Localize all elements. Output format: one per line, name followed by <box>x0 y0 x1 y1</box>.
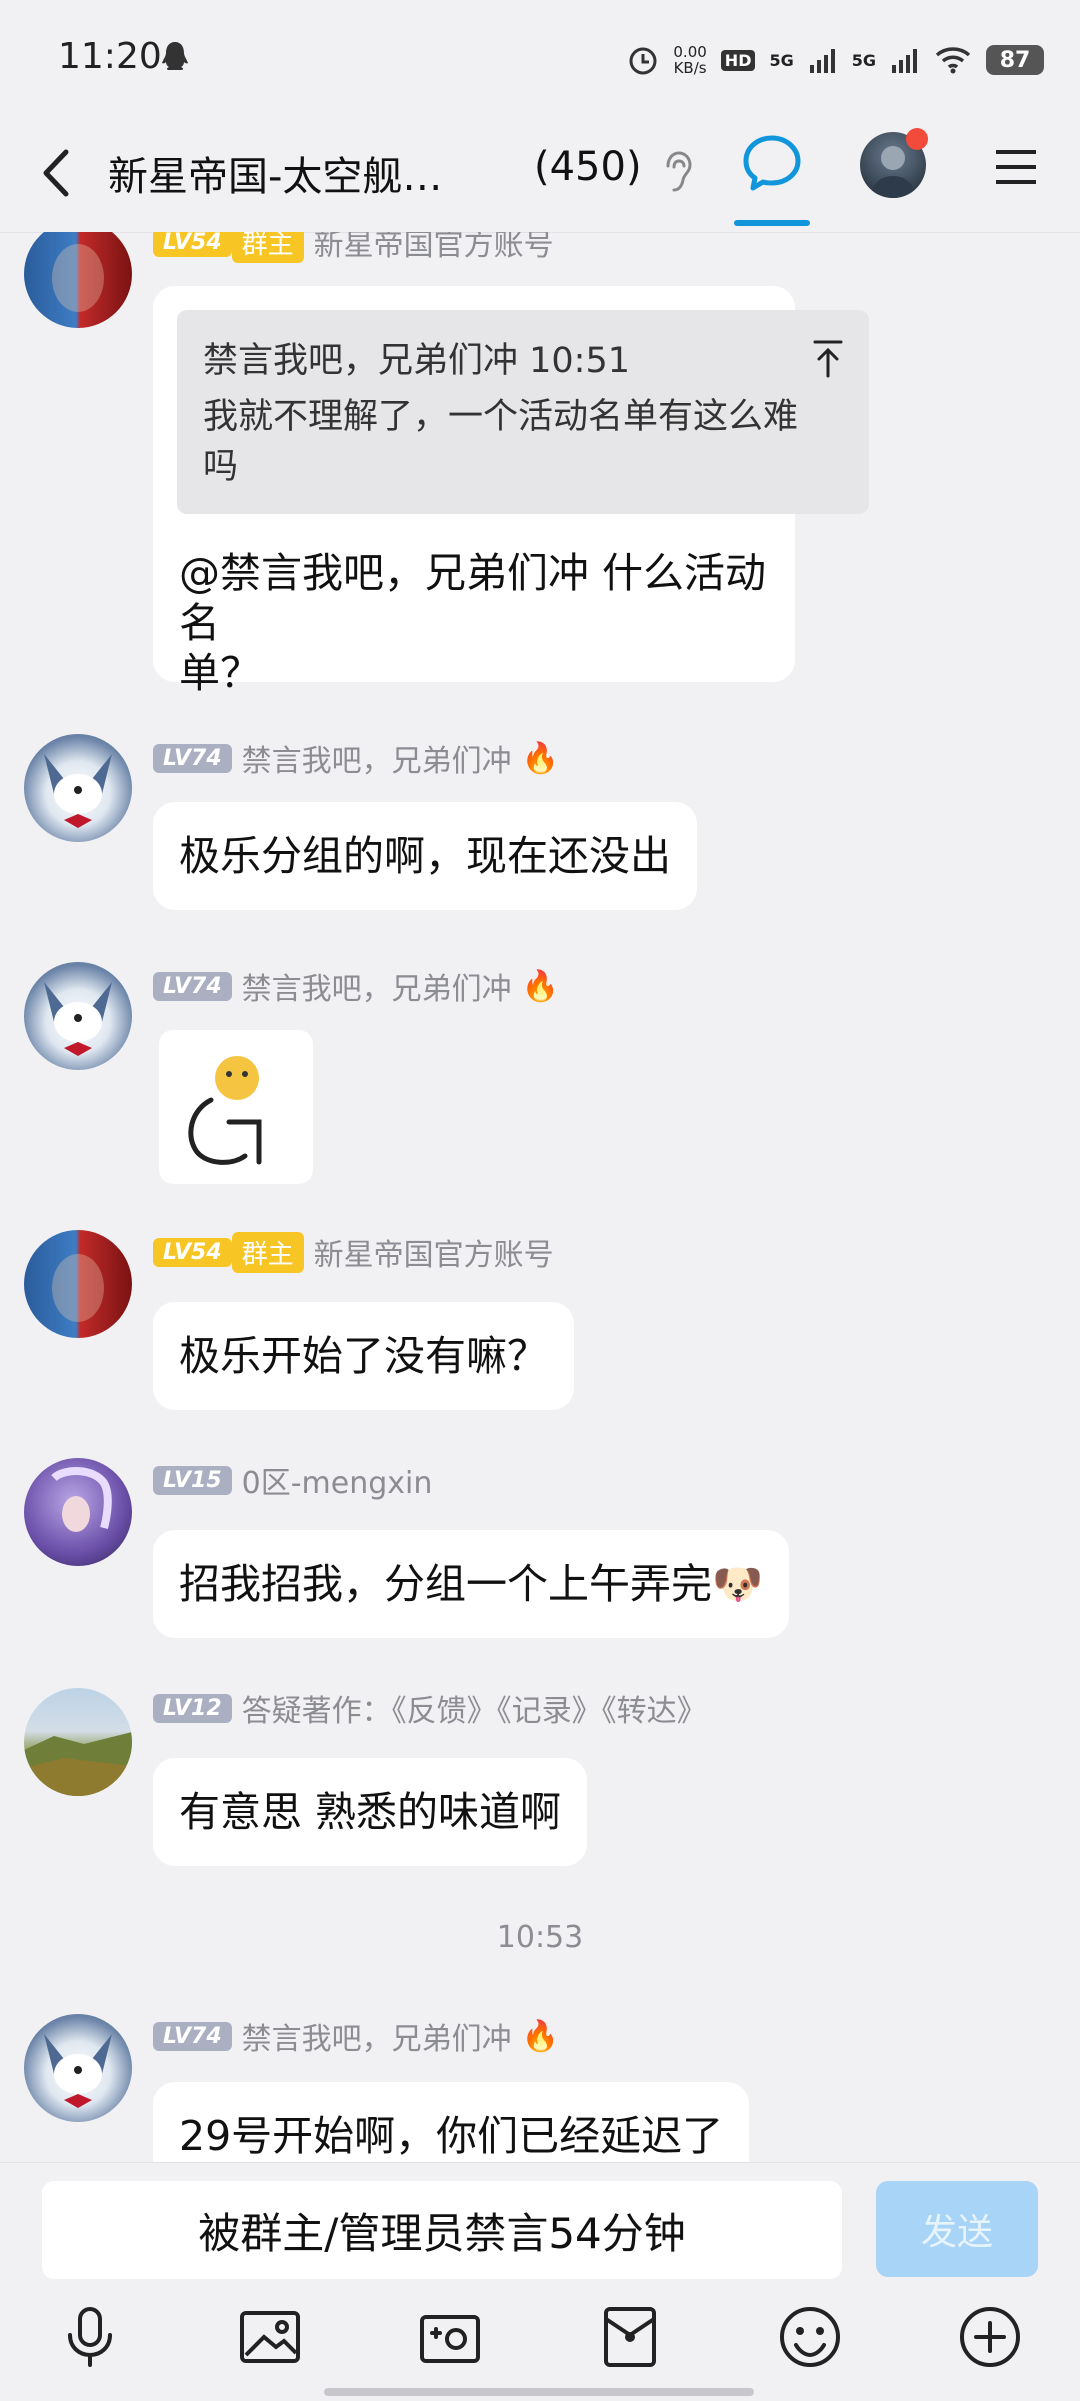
home-indicator[interactable] <box>324 2388 754 2396</box>
fire-icon: 🔥 <box>521 2018 559 2054</box>
sender-name[interactable]: 新星帝国官方账号 <box>314 1230 554 1274</box>
avatar[interactable] <box>24 734 132 842</box>
menu-icon[interactable] <box>992 142 1040 192</box>
sender-name[interactable]: 禁言我吧，兄弟们冲 <box>242 2014 512 2058</box>
avatar[interactable] <box>24 232 132 328</box>
level-badge: LV74 <box>153 2021 232 2051</box>
quoted-message[interactable]: 禁言我吧，兄弟们冲 10:51 我就不理解了，一个活动名单有这么难吗 <box>177 310 869 514</box>
status-bar: 11:20 0.00 KB/s HD 5G 5G 87 <box>0 0 1080 116</box>
notification-dot <box>906 128 928 150</box>
input-bar: 被群主/管理员禁言54分钟 发送 <box>0 2162 1080 2401</box>
wifi-icon <box>935 47 971 74</box>
message-bubble[interactable]: 禁言我吧，兄弟们冲 10:51 我就不理解了，一个活动名单有这么难吗 @禁言我吧… <box>153 286 869 697</box>
emoji-icon[interactable] <box>776 2303 844 2371</box>
owner-tag: 群主 <box>231 1231 304 1273</box>
sender-meta: LV15 0区-mengxin <box>153 1458 432 1502</box>
battery-icon: 87 <box>986 45 1044 75</box>
quote-body: 我就不理解了，一个活动名单有这么难吗 <box>203 397 799 487</box>
red-packet-icon[interactable] <box>596 2303 664 2371</box>
jump-to-original-icon[interactable] <box>811 338 845 378</box>
message-list[interactable]: LV54 群主 新星帝国官方账号 禁言我吧，兄弟们冲 10:51 我就不理解了，… <box>0 232 1080 2162</box>
level-badge: LV74 <box>153 971 232 1001</box>
chat-tab-indicator <box>734 220 810 226</box>
message-bubble[interactable]: 有意思 熟悉的味道啊 <box>153 1758 588 1866</box>
time-separator: 10:53 <box>496 1920 584 1955</box>
alarm-icon <box>629 47 657 75</box>
message-text: @禁言我吧，兄弟们冲 什么活动名 单？ <box>179 549 767 697</box>
microphone-icon[interactable] <box>56 2303 124 2371</box>
member-count[interactable]: (450) <box>534 144 642 190</box>
message-text: 有意思 熟悉的味道啊 <box>179 1788 562 1836</box>
avatar[interactable] <box>24 2014 132 2122</box>
sender-meta: LV74 禁言我吧，兄弟们冲 🔥 <box>153 2014 559 2058</box>
level-badge: LV15 <box>153 1465 232 1495</box>
signal-5g-2-icon: 5G <box>851 50 876 70</box>
avatar[interactable] <box>24 1230 132 1338</box>
message-text: 极乐开始了没有嘛？ <box>179 1332 548 1380</box>
qq-notification-icon <box>162 42 188 70</box>
sender-name[interactable]: 0区-mengxin <box>242 1458 433 1502</box>
chat-bubble-icon[interactable] <box>740 132 804 196</box>
level-badge: LV54 <box>153 1237 232 1267</box>
muted-input-field: 被群主/管理员禁言54分钟 <box>42 2181 842 2279</box>
quote-header: 禁言我吧，兄弟们冲 10:51 <box>203 341 630 381</box>
signal-bars-2-icon <box>892 49 917 73</box>
send-button[interactable]: 发送 <box>876 2181 1038 2277</box>
avatar[interactable] <box>24 1458 132 1566</box>
message-bubble[interactable]: 招我招我，分组一个上午弄完🐶 <box>153 1530 790 1638</box>
level-badge: LV12 <box>153 1693 232 1723</box>
ear-icon[interactable] <box>660 148 696 198</box>
message-bubble[interactable]: 极乐分组的啊，现在还没出 <box>153 802 697 910</box>
message-text: 29号开始啊，你们已经延迟了 <box>179 2112 724 2160</box>
message-bubble[interactable]: 29号开始啊，你们已经延迟了 <box>153 2082 750 2162</box>
fire-icon: 🔥 <box>521 968 559 1004</box>
sender-name[interactable]: 新星帝国官方账号 <box>314 232 554 264</box>
level-badge: LV54 <box>153 232 232 257</box>
message-text: 招我招我，分组一个上午弄完🐶 <box>179 1560 764 1608</box>
signal-bars-1-icon <box>809 49 835 73</box>
back-arrow-icon[interactable] <box>30 138 90 208</box>
owner-tag: 群主 <box>231 232 304 263</box>
network-speed: 0.00 KB/s <box>673 43 707 77</box>
sender-name[interactable]: 禁言我吧，兄弟们冲 <box>242 736 512 780</box>
message-text: 极乐分组的啊，现在还没出 <box>179 832 671 880</box>
status-time: 11:20 <box>58 36 162 77</box>
sender-meta: LV12 答疑著作：《反馈》《记录》《转达》 <box>153 1686 707 1730</box>
signal-5g-1-icon: 5G <box>769 50 794 70</box>
sender-name[interactable]: 答疑著作：《反馈》《记录》《转达》 <box>242 1686 707 1730</box>
sender-meta: LV54 群主 新星帝国官方账号 <box>153 232 554 264</box>
sender-name[interactable]: 禁言我吧，兄弟们冲 <box>242 964 512 1008</box>
sender-meta: LV54 群主 新星帝国官方账号 <box>153 1230 554 1274</box>
chat-header: 新星帝国-太空舰… (450) <box>0 116 1080 233</box>
plus-icon[interactable] <box>956 2303 1024 2371</box>
status-icons: 0.00 KB/s HD 5G 5G 87 <box>627 36 1044 84</box>
group-title[interactable]: 新星帝国-太空舰… <box>108 144 442 202</box>
avatar[interactable] <box>24 962 132 1070</box>
camera-icon[interactable] <box>416 2303 484 2371</box>
hd-icon: HD <box>720 49 756 71</box>
message-bubble[interactable]: 极乐开始了没有嘛？ <box>153 1302 574 1410</box>
image-icon[interactable] <box>236 2303 304 2371</box>
level-badge: LV74 <box>153 743 232 773</box>
fire-icon: 🔥 <box>521 740 559 776</box>
sticker-image[interactable] <box>159 1030 313 1184</box>
sender-meta: LV74 禁言我吧，兄弟们冲 🔥 <box>153 736 559 780</box>
sender-meta: LV74 禁言我吧，兄弟们冲 🔥 <box>153 964 559 1008</box>
avatar[interactable] <box>24 1688 132 1796</box>
